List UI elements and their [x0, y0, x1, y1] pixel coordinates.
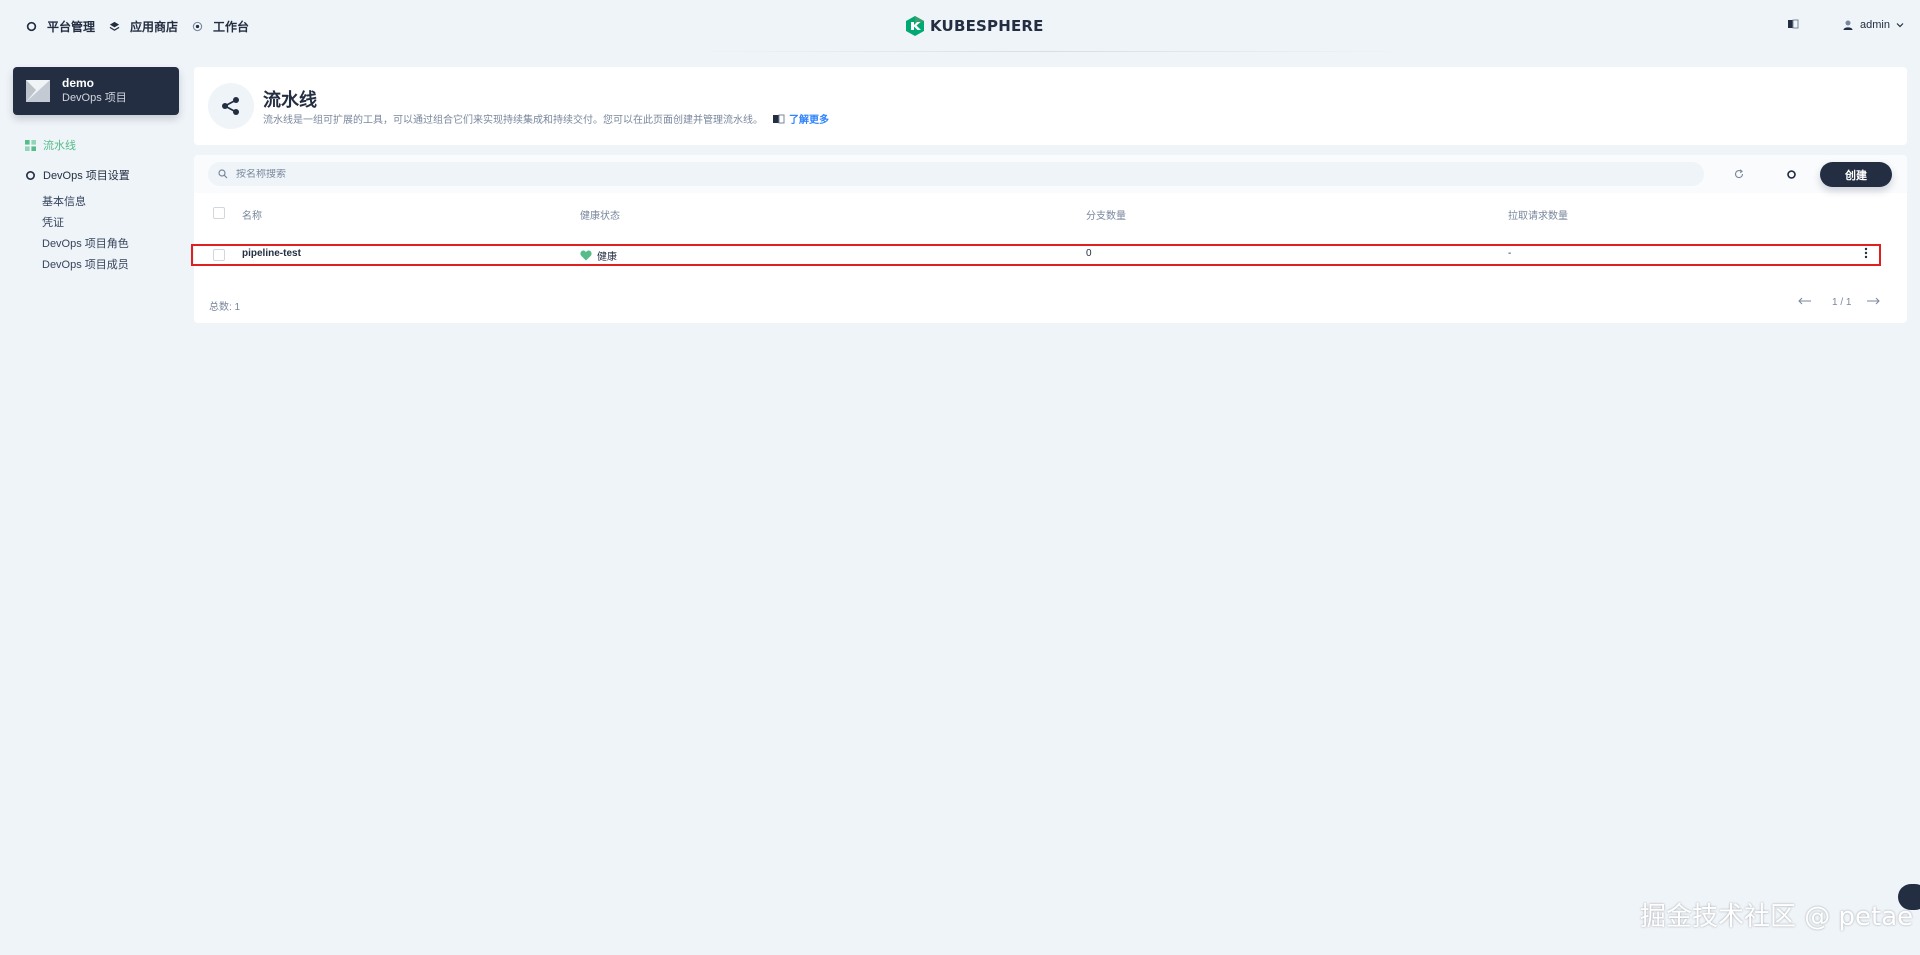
nav-workbench[interactable]: 工作台 [190, 16, 249, 36]
row-checkbox[interactable] [213, 249, 225, 261]
user-menu[interactable]: admin [1842, 19, 1904, 31]
nav-workbench-label: 工作台 [213, 19, 250, 34]
docs-icon[interactable] [1787, 18, 1803, 34]
gear-icon [24, 19, 38, 33]
chevron-down-icon [1896, 23, 1904, 28]
watermark: 掘金技术社区 @ petae [1640, 902, 1914, 932]
top-navigation: 平台管理 应用商店 工作台 KUBESPHERE admin [0, 0, 1920, 52]
project-info: demo DevOps 项目 [62, 76, 127, 106]
learn-more-link[interactable]: 了解更多 [773, 111, 829, 126]
more-actions-icon[interactable] [1864, 247, 1868, 262]
user-icon [1843, 20, 1853, 30]
stack-icon [107, 19, 121, 33]
select-all-checkbox[interactable] [213, 207, 225, 219]
sidebar-item-devops-settings[interactable]: DevOps 项目设置 [24, 167, 130, 183]
sidebar-item-project-roles[interactable]: DevOps 项目角色 [42, 235, 129, 251]
page-indicator: 1 / 1 [1832, 297, 1852, 308]
pipeline-share-icon [208, 83, 254, 129]
table-toolbar: 创建 [194, 155, 1907, 193]
sidebar-item-project-members[interactable]: DevOps 项目成员 [42, 256, 129, 272]
next-page-icon[interactable] [1866, 297, 1880, 308]
create-button[interactable]: 创建 [1820, 162, 1892, 187]
prev-page-icon[interactable] [1798, 297, 1812, 308]
health-status: 健康 [580, 248, 617, 263]
project-icon [26, 80, 50, 102]
sidebar-item-pipelines[interactable]: 流水线 [24, 137, 76, 153]
health-status-label: 健康 [597, 252, 617, 263]
column-header-name[interactable]: 名称 [242, 207, 262, 222]
logo-text: KUBESPHERE [930, 17, 1044, 35]
page-description-text: 流水线是一组可扩展的工具，可以通过组合它们来实现持续集成和持续交付。您可以在此页… [263, 115, 763, 126]
project-type: DevOps 项目 [62, 92, 127, 104]
branch-count: 0 [1086, 248, 1092, 259]
page-title: 流水线 [263, 90, 317, 110]
column-header-branches: 分支数量 [1086, 211, 1126, 222]
highlighted-row-outline [191, 244, 1881, 266]
learn-more-label: 了解更多 [789, 115, 829, 126]
nav-platform-management[interactable]: 平台管理 [24, 16, 95, 36]
page-header: 流水线 流水线是一组可扩展的工具，可以通过组合它们来实现持续集成和持续交付。您可… [194, 67, 1907, 145]
sidebar-item-credentials[interactable]: 凭证 [42, 214, 64, 230]
sidebar-item-devops-settings-label: DevOps 项目设置 [43, 170, 130, 182]
search-icon [218, 169, 228, 179]
column-settings-icon[interactable] [1783, 166, 1799, 182]
sidebar-item-pipelines-label: 流水线 [43, 140, 76, 152]
pipeline-table-card: 创建 名称 健康状态 分支数量 拉取请求数量 pipeline-test 健康 … [191, 155, 1907, 323]
pull-request-count: - [1508, 248, 1512, 259]
refresh-icon[interactable] [1731, 166, 1747, 182]
search-input[interactable] [236, 168, 1676, 180]
column-header-health: 健康状态 [580, 211, 620, 222]
settings-gear-icon [24, 169, 36, 181]
nav-app-store-label: 应用商店 [130, 19, 179, 34]
nav-app-store[interactable]: 应用商店 [107, 16, 178, 36]
target-icon [190, 19, 204, 33]
kubesphere-logo[interactable]: KUBESPHERE [905, 15, 1044, 37]
project-name: demo [62, 76, 95, 90]
total-count: 总数: 1 [209, 302, 241, 313]
sidebar-item-basic-info[interactable]: 基本信息 [42, 193, 86, 209]
kubesphere-logo-icon [906, 16, 924, 36]
pipeline-grid-icon [24, 139, 36, 151]
book-icon [773, 114, 785, 123]
nav-divider [690, 51, 1410, 52]
heart-icon [580, 250, 592, 261]
column-header-pull-requests: 拉取请求数量 [1508, 211, 1568, 222]
pipeline-name-link[interactable]: pipeline-test [242, 248, 301, 259]
search-box[interactable] [208, 162, 1704, 186]
user-name: admin [1860, 19, 1890, 31]
page-description: 流水线是一组可扩展的工具，可以通过组合它们来实现持续集成和持续交付。您可以在此页… [263, 111, 829, 126]
nav-platform-management-label: 平台管理 [47, 19, 96, 34]
project-card[interactable]: demo DevOps 项目 [13, 67, 179, 115]
